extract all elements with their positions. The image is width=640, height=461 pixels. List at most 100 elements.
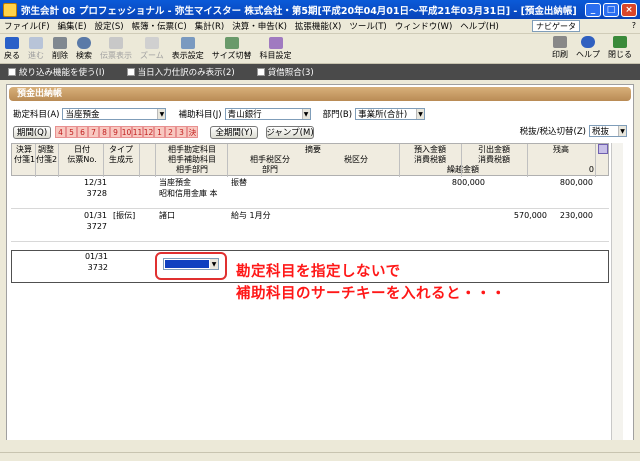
col-counter-account: 相手勘定科目 — [168, 145, 216, 154]
close-window-button[interactable]: 閉じる — [604, 36, 636, 62]
size-toggle-icon — [224, 37, 239, 49]
help-button[interactable]: ヘルプ — [572, 36, 604, 62]
print-button[interactable]: 印刷 — [548, 36, 572, 62]
delete-button[interactable]: 削除 — [48, 37, 72, 63]
col-date: 日付 — [74, 145, 90, 154]
annotation-line1: 勘定科目を指定しないで — [236, 264, 401, 280]
month-tab[interactable]: 12 — [143, 126, 154, 138]
col-balance: 残高 — [553, 145, 569, 154]
month-tab[interactable]: 4 — [55, 126, 66, 138]
menu-settings[interactable]: 設定(S) — [91, 20, 128, 32]
account-settings-icon — [268, 37, 283, 49]
col-voucher-no: 伝票No. — [67, 155, 97, 164]
row-counter-sub: 昭和信用金庫 本 — [159, 189, 218, 198]
sub-account-label: 補助科目(J) — [178, 110, 222, 120]
col-memo: 摘要 — [305, 145, 321, 154]
close-button[interactable]: × — [621, 2, 637, 17]
zoom-icon — [144, 37, 159, 49]
menu-window[interactable]: ウィンドウ(W) — [391, 20, 457, 32]
navigator-button[interactable]: ナビゲータ — [532, 20, 580, 32]
col-withdraw: 引出金額 — [478, 145, 510, 154]
filter-checkbox[interactable]: 絞り込み機能を使う(I) — [8, 66, 105, 78]
month-tab[interactable]: 9 — [110, 126, 121, 138]
menu-tools[interactable]: ツール(T) — [345, 20, 390, 32]
month-tab[interactable]: 10 — [121, 126, 132, 138]
checkbox-box — [256, 68, 265, 76]
menu-extensions[interactable]: 拡張機能(X) — [291, 20, 345, 32]
col-type: タイプ — [109, 145, 133, 154]
checkbox-box — [126, 68, 135, 76]
minimize-button[interactable]: _ — [585, 2, 601, 17]
sub-account-select[interactable]: 青山銀行 ▼ — [224, 108, 311, 120]
back-arrow-icon — [5, 37, 19, 49]
month-tab[interactable]: 1 — [154, 126, 165, 138]
row-deposit: 800,000 — [451, 178, 485, 187]
navigator-label: ナビゲータ — [536, 21, 576, 31]
jump-button[interactable]: ジャンプ(M) — [266, 125, 314, 139]
highlight-callout — [155, 252, 227, 280]
annotation-line2: 補助科目のサーチキーを入れると・・・ — [236, 286, 506, 302]
col-withdraw-tax: 消費税額 — [478, 155, 510, 164]
row-balance: 230,000 — [559, 211, 593, 220]
display-settings-button[interactable]: 表示設定 — [168, 37, 208, 63]
dept-select[interactable]: 事業所(合計) ▼ — [355, 108, 426, 120]
month-tab[interactable]: 7 — [88, 126, 99, 138]
row-balance: 800,000 — [559, 178, 593, 187]
menu-closing[interactable]: 決算・申告(K) — [228, 20, 291, 32]
ledger-row[interactable]: 12/31 3728 当座預金 昭和信用金庫 本 振替 800,000 800,… — [11, 176, 609, 209]
menu-help[interactable]: ヘルプ(H) — [456, 20, 503, 32]
menu-bar: ファイル(F) 編集(E) 設定(S) 帳簿・伝票(C) 集計(R) 決算・申告… — [0, 19, 640, 34]
chevron-down-icon: ▼ — [416, 109, 425, 119]
month-tab[interactable]: 8 — [99, 126, 110, 138]
back-button[interactable]: 戻る — [0, 37, 24, 63]
col-deposit-tax: 消費税額 — [414, 155, 446, 164]
option-bar: 絞り込み機能を使う(I) 当日入力仕訳のみ表示(2) 貸借照合(3) — [0, 64, 640, 80]
column-settings-icon[interactable] — [598, 144, 608, 154]
col-tax: 税区分 — [344, 155, 368, 164]
search-button[interactable]: 検索 — [72, 37, 96, 63]
help-icon[interactable]: ? — [632, 21, 636, 30]
menu-books[interactable]: 帳簿・伝票(C) — [128, 20, 191, 32]
window-title: 弥生会計 08 プロフェッショナル - 弥生マイスター 株式会社・第5期[平成2… — [21, 5, 577, 17]
printer-icon — [553, 36, 567, 48]
month-selector: 4 5 6 7 8 9 10 11 12 1 2 3 決 — [55, 126, 198, 138]
all-period-button[interactable]: 全期間(Y) — [210, 125, 258, 139]
voucher-view-button[interactable]: 伝票表示 — [96, 37, 136, 63]
help-circle-icon — [581, 36, 595, 48]
voucher-icon — [109, 37, 123, 49]
month-tab[interactable]: 11 — [132, 126, 143, 138]
balance-check-checkbox[interactable]: 貸借照合(3) — [256, 66, 314, 78]
forward-button[interactable]: 進む — [24, 37, 48, 63]
menu-reports[interactable]: 集計(R) — [191, 20, 229, 32]
row-date: 01/31 — [84, 252, 108, 261]
month-tab[interactable]: 3 — [176, 126, 187, 138]
col-source: 生成元 — [109, 155, 133, 164]
vertical-scrollbar[interactable] — [611, 143, 623, 449]
zoom-button[interactable]: ズーム — [136, 37, 168, 63]
account-select[interactable]: 当座預金 ▼ — [62, 108, 167, 120]
ledger-row[interactable]: 01/31 3727 [振伝] 諸口 給与 1月分 570,000 230,00… — [11, 209, 609, 242]
account-label: 勘定科目(A) — [13, 110, 60, 120]
app-icon — [3, 2, 17, 17]
tax-toggle-label: 税抜/税込切替(Z) — [519, 127, 586, 137]
menu-file[interactable]: ファイル(F) — [0, 20, 54, 32]
grid-header: 決算 調整 日付 タイプ 相手勘定科目 摘要 預入金額 引出金額 残高 付箋1 … — [11, 143, 609, 177]
maximize-button[interactable]: □ — [603, 2, 619, 17]
menu-edit[interactable]: 編集(E) — [54, 20, 91, 32]
row-memo: 給与 1月分 — [231, 211, 271, 220]
period-button[interactable]: 期間(Q) — [13, 125, 51, 139]
tax-select[interactable]: 税抜 ▼ — [589, 125, 627, 137]
month-tab[interactable]: 6 — [77, 126, 88, 138]
row-voucher-no: 3732 — [87, 263, 108, 272]
chevron-down-icon: ▼ — [301, 109, 310, 119]
size-toggle-button[interactable]: サイズ切替 — [208, 37, 256, 63]
close-door-icon — [613, 36, 627, 48]
month-tab[interactable]: 5 — [66, 126, 77, 138]
col-tag1: 付箋1 — [14, 155, 36, 164]
today-only-checkbox[interactable]: 当日入力仕訳のみ表示(2) — [126, 66, 235, 78]
month-tab[interactable]: 決 — [187, 126, 198, 138]
row-counter-account: 諸口 — [159, 211, 175, 220]
account-settings-button[interactable]: 科目設定 — [256, 37, 296, 63]
tax-toggle: 税抜/税込切替(Z) 税抜 ▼ — [520, 125, 627, 137]
month-tab[interactable]: 2 — [165, 126, 176, 138]
